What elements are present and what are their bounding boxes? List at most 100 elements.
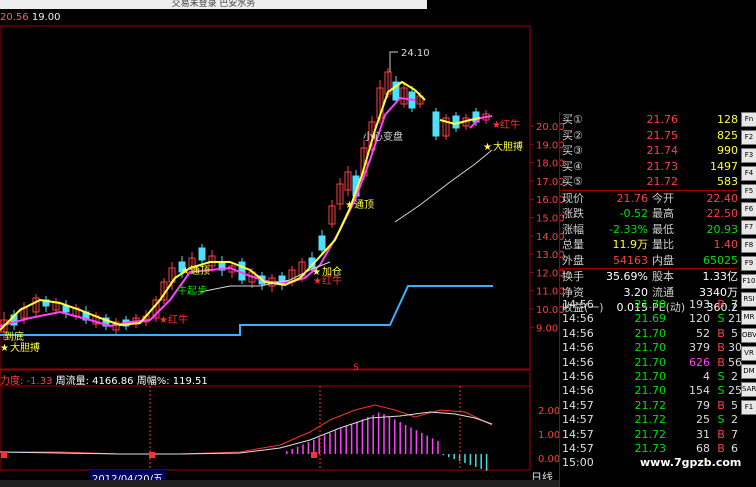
quote-stat-row: 现价 21.76 今开 22.40 [560,191,738,207]
toolbar-button-f5[interactable]: F5 [741,184,756,199]
candlesticks [0,68,490,340]
toolbar-button-f3[interactable]: F3 [741,148,756,163]
tick-volume: 379 [689,341,710,355]
toolbar-button-fn[interactable]: Fn [741,112,756,127]
toolbar-button-obv[interactable]: OBV [741,328,756,343]
toolbar-button-f4[interactable]: F4 [741,166,756,181]
tick-time: 14:56 [562,355,594,369]
tick-list: 14:56 21.70 193 B 7 14:56 21.69 120 S 21 1… [560,298,742,471]
stat-label: 外盘 [562,253,584,267]
bid-level-row[interactable]: 买④ 21.73 1497 [560,159,738,175]
tick-side: B [717,398,725,412]
annotation-peak: 24.10 [401,48,430,59]
annotation-xiaoxinbianpan: 小心变盘 [363,130,403,143]
candle-body [432,111,440,137]
tick-time: 14:56 [562,312,594,326]
tick-row: 14:56 21.70 626 B 56 [560,355,742,370]
tick-side: S [717,384,725,398]
toolbar-button-mr[interactable]: MR [741,310,756,325]
tick-row: 14:57 21.72 25 S 2 [560,413,738,427]
tick-side: S [717,312,725,326]
tick-time: 14:57 [562,427,594,441]
sub-axis: 2.00 1.00 0.00 [538,406,560,465]
bid-level-row[interactable]: 买③ 21.74 990 [560,143,738,159]
bid-level-label: 买② [562,128,583,142]
tick-count: 25 [728,384,742,398]
stat-label: 涨跌 [562,207,584,220]
toolbar-button-vr[interactable]: VR [741,346,756,361]
tick-volume: 626 [689,355,710,369]
bid-level-row[interactable]: 买② 21.75 825 [560,128,738,144]
quote-stat-row: 涨幅 -2.33% 最低 20.93 [560,222,738,238]
tick-volume: 4 [703,369,710,383]
stat-label: 今开 [652,191,674,205]
tick-price: 21.72 [634,398,667,412]
tick-time: 14:56 [562,369,594,383]
support-step-line [0,285,493,336]
indicator-name: 力度: -1.33 [0,376,53,387]
tick-volume: 52 [696,326,710,340]
tick-side: B [717,355,725,369]
buy-signal-marker [311,452,317,458]
toolbar-button-sar[interactable]: SAR [741,382,756,397]
buy-signal-marker [1,452,7,458]
tick-count: 56 [728,355,742,369]
stat-value: 1.40 [713,238,739,251]
tick-count: 7 [731,298,738,311]
toolbar-button-rsi[interactable]: RSI [741,292,756,307]
stat-label: 量比 [652,238,674,251]
stat-label: 内盘 [652,253,674,267]
stat-value: -0.52 [619,207,648,220]
bid-level-volume: 825 [717,128,738,142]
bid-level-price: 21.73 [646,159,679,173]
tick-price: 21.70 [634,369,667,383]
bid-level-row[interactable]: 买① 21.76 128 [560,112,738,128]
toolbar-button-f8[interactable]: F8 [741,238,756,253]
toolbar-button-f1[interactable]: F1 [741,400,756,415]
quote-stat-row: 涨跌 -0.52 最高 22.50 [560,206,738,222]
tick-volume: 31 [696,427,710,441]
tick-side: S [717,413,725,427]
tick-row: 14:56 21.70 193 B 7 [560,298,738,312]
toolbar-button-f10[interactable]: F10 [741,274,756,289]
window-title: 交易未登录 巴安水务 [0,0,427,9]
stat-label: 最低 [652,222,674,236]
tick-row: 14:57 21.72 31 B 7 [560,428,738,442]
tick-time: 14:57 [562,413,594,427]
annotation-tongding2: 通顶 [190,265,210,277]
price-tick-label: 9.00 [536,323,558,334]
bid-level-label: 买① [562,113,583,126]
indicator-flow: 周流量: 4166.86 [55,376,134,387]
star-icon: ★ [0,343,9,354]
stat-value: 20.93 [706,222,739,236]
annotation-dadanbo-top: 大胆搏 [493,140,523,153]
indicator-tabs[interactable] [0,480,560,487]
toolbar-button-f2[interactable]: F2 [741,130,756,145]
stat-value: 11.9万 [612,238,649,251]
annotation-tongding: 通顶 [354,199,374,211]
tick-time: 14:56 [562,384,594,398]
stat-value: 22.50 [706,207,739,220]
tick-price: 21.70 [634,355,667,369]
stat-value: 54163 [613,253,648,267]
tick-count: 7 [731,427,738,441]
quote-stat-row: 外盘 54163 内盘 65025 [560,253,738,269]
tick-row: 14:56 21.69 120 S 21 [560,312,742,326]
tick-price: 21.70 [634,298,667,311]
tick-side: B [717,341,725,355]
star-icon: ★ [159,315,168,326]
top-readout-b: 19.00 [31,12,61,23]
indicator-pct: 周幅%: 119.51 [136,376,208,387]
bid-level-price: 21.72 [646,175,679,188]
tick-volume: 154 [689,384,710,398]
tick-row: 14:56 21.70 52 B 5 [560,327,738,341]
star-icon: ★ [181,266,190,277]
tick-count: 30 [728,341,742,355]
bid-level-row[interactable]: 买⑤ 21.72 583 [560,174,738,190]
toolbar-button-f6[interactable]: F6 [741,202,756,217]
bid-level-label: 买⑤ [562,175,583,188]
tick-count: 2 [731,413,738,427]
toolbar-button-f7[interactable]: F7 [741,220,756,235]
toolbar-button-f9[interactable]: F9 [741,256,756,271]
toolbar-button-dm[interactable]: DM [741,364,756,379]
